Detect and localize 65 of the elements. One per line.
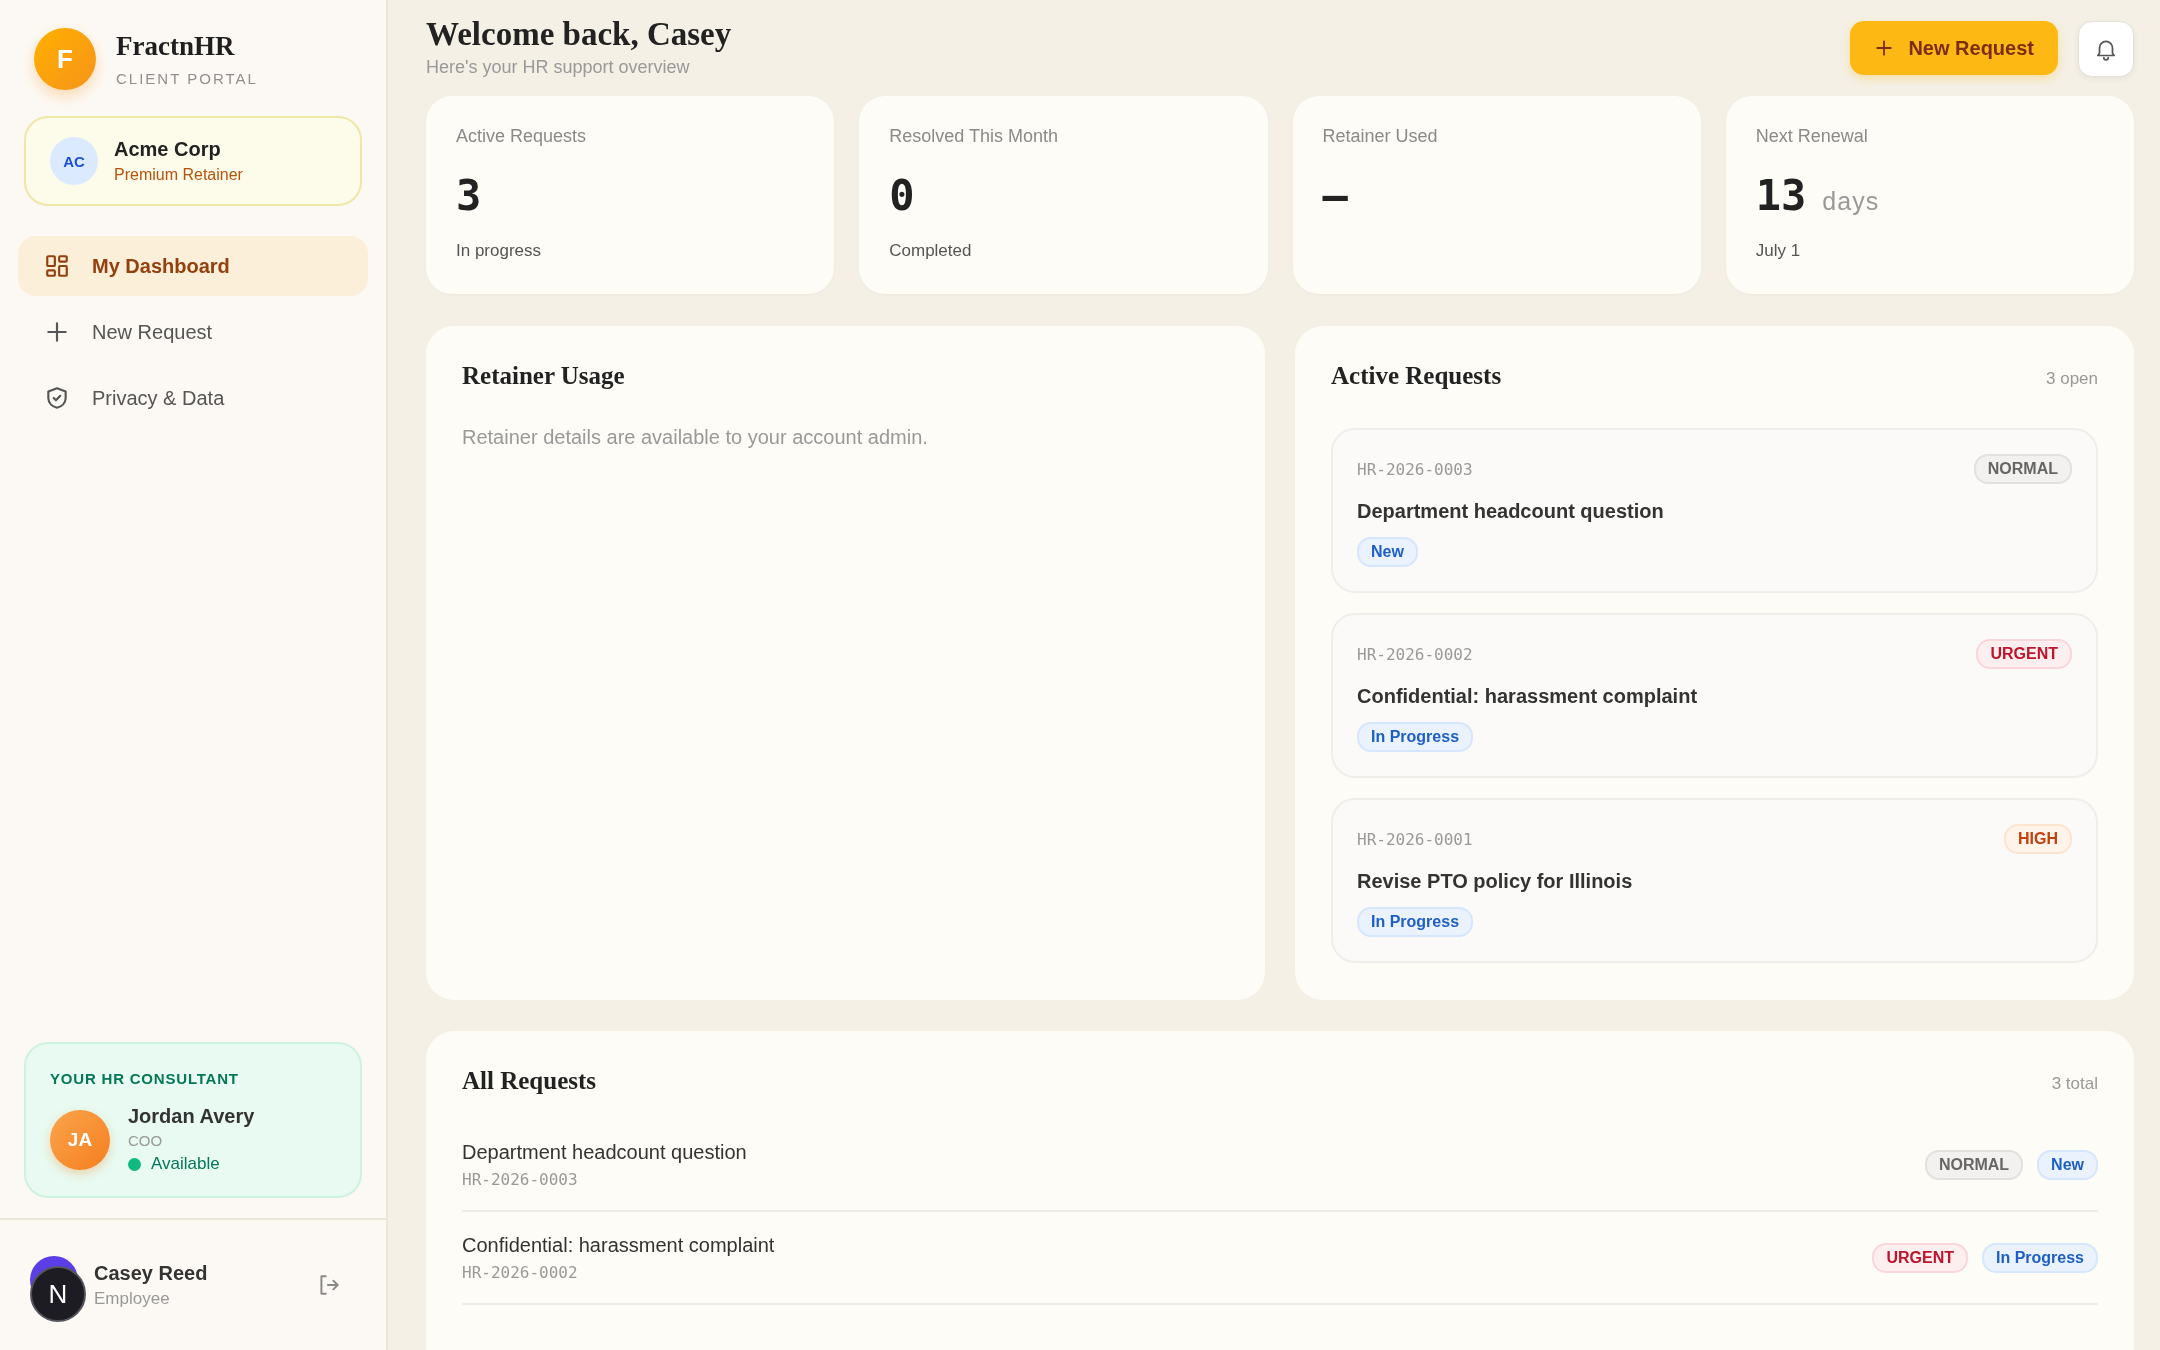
priority-badge: HIGH	[2004, 824, 2072, 854]
consultant-status: Available	[151, 1154, 220, 1174]
page-subtitle: Here's your HR support overview	[426, 57, 691, 78]
request-card[interactable]: HR-2026-0001 HIGH Revise PTO policy for Illinois In Progress	[1331, 798, 2098, 963]
stat-label: Retainer Used	[1322, 126, 1439, 147]
status-badge: In Progress	[1357, 722, 1474, 752]
request-id: HR-2026-0003	[1357, 459, 1473, 479]
shield-icon	[44, 385, 70, 411]
dev-tools-badge[interactable]: N	[30, 1266, 86, 1322]
nav-item[interactable]: My Dashboard	[18, 236, 368, 296]
account-name: Acme Corp	[114, 138, 222, 161]
stat-label: Resolved This Month	[889, 126, 1059, 147]
request-title: Revise PTO policy for Illinois	[1357, 870, 1634, 893]
notifications-button[interactable]	[2078, 21, 2134, 77]
panel-title: All Requests	[462, 1067, 597, 1095]
new-request-button[interactable]: New Request	[1850, 21, 2058, 75]
stat-value: –	[1322, 171, 1348, 220]
request-id: HR-2026-0002	[1357, 644, 1473, 664]
request-id: HR-2026-0002	[462, 1262, 579, 1282]
priority-badge: URGENT	[1976, 639, 2072, 669]
panel-title: Active Requests	[1331, 362, 1502, 390]
stat-value: 13	[1755, 171, 1807, 220]
stat-value: 0	[889, 171, 915, 220]
request-title[interactable]: Confidential: harassment complaint	[462, 1233, 775, 1257]
plus-icon	[44, 319, 70, 345]
consultant-role: COO	[128, 1132, 164, 1149]
brand-tagline: CLIENT PORTAL	[116, 70, 258, 87]
page-title: Welcome back, Casey	[426, 16, 732, 53]
request-count: 3 open	[2046, 369, 2098, 389]
stat-caption: July 1	[1755, 241, 1802, 261]
request-id: HR-2026-0001	[1357, 829, 1473, 849]
priority-badge: URGENT	[1872, 1242, 1968, 1273]
stat-caption: In progress	[456, 241, 543, 261]
status-badge: New	[2037, 1149, 2098, 1180]
panel-title: Retainer Usage	[462, 362, 626, 390]
info-message: Retainer details are available to your account admin.	[462, 426, 929, 449]
nav-item[interactable]: New Request	[18, 302, 368, 362]
stat-label: Next Renewal	[1755, 126, 1869, 147]
nav-item[interactable]: Privacy & Data	[18, 368, 368, 428]
account-plan: Premium Retainer	[114, 166, 243, 184]
request-count: 3 total	[2051, 1074, 2098, 1094]
user-name: Casey Reed	[94, 1261, 208, 1285]
user-role: Employee	[94, 1288, 171, 1309]
request-id: HR-2026-0003	[462, 1169, 579, 1189]
priority-badge: NORMAL	[1973, 454, 2072, 484]
request-title: Department headcount question	[1357, 500, 1665, 523]
request-card[interactable]: HR-2026-0002 URGENT Confidential: harassment complaint In Progress	[1331, 613, 2098, 778]
request-title[interactable]: Department headcount question	[462, 1140, 747, 1164]
stat-label: Active Requests	[456, 126, 588, 147]
request-card[interactable]: HR-2026-0003 NORMAL Department headcount question New	[1331, 428, 2098, 593]
consultant-name: Jordan Avery	[128, 1105, 255, 1128]
brand-logo: F	[34, 28, 96, 90]
grid-icon	[44, 253, 70, 279]
stat-caption: Completed	[889, 241, 973, 261]
status-badge: New	[1357, 537, 1418, 567]
brand-name: FractnHR	[116, 31, 236, 62]
status-badge: In Progress	[1981, 1242, 2098, 1273]
status-badge: In Progress	[1357, 907, 1474, 937]
consultant-avatar: JA	[50, 1109, 110, 1170]
consultant-heading: YOUR HR CONSULTANT	[50, 1070, 240, 1087]
priority-badge: NORMAL	[1924, 1149, 2024, 1180]
account-avatar: AC	[50, 137, 98, 185]
stat-value: 3	[456, 171, 482, 220]
request-title: Confidential: harassment complaint	[1357, 685, 1699, 708]
stat-unit: days	[1822, 187, 1880, 216]
